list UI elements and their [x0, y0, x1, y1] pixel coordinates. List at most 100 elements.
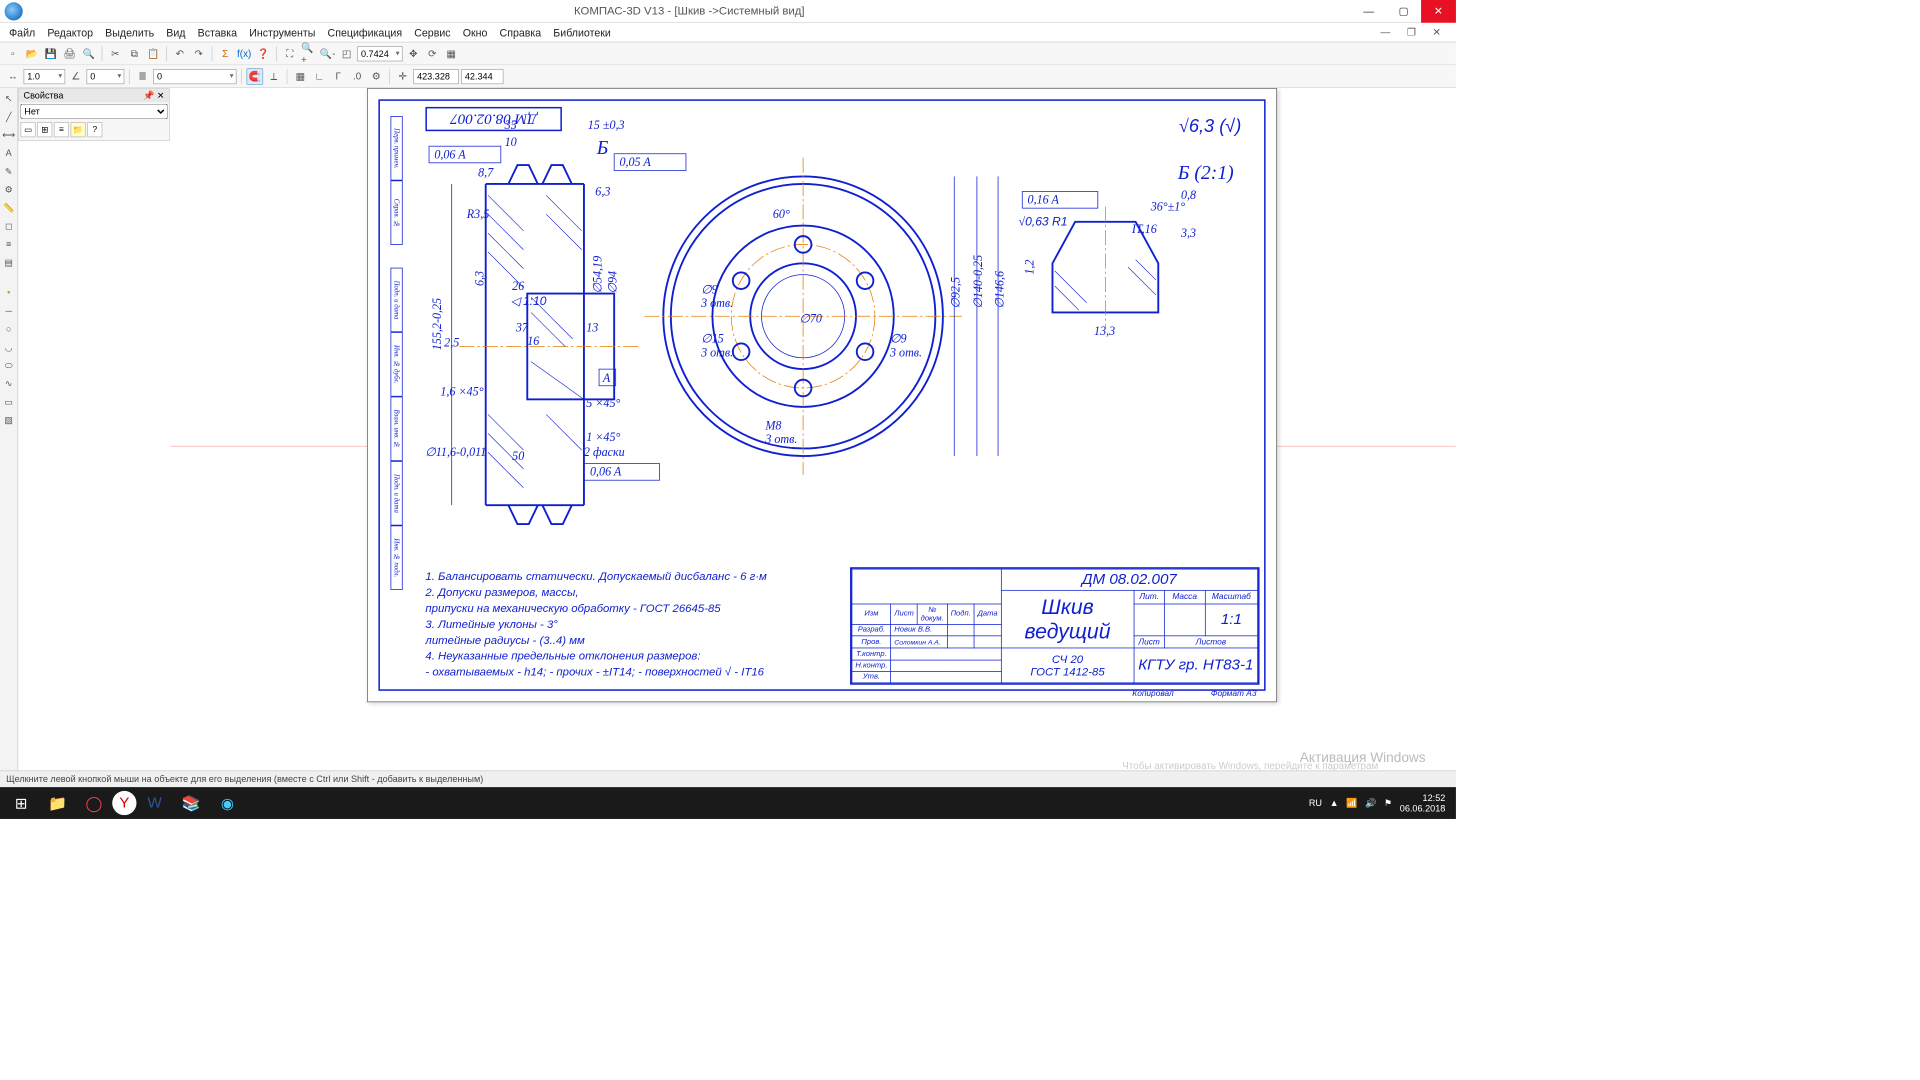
menu-select[interactable]: Выделить [99, 24, 160, 41]
preview-icon[interactable]: 🔍 [80, 45, 97, 62]
angle-icon[interactable]: ∠ [67, 68, 84, 85]
menu-file[interactable]: Файл [3, 24, 41, 41]
ortho2-icon[interactable]: Г [330, 68, 347, 85]
tray-flag-icon[interactable]: ⚑ [1384, 798, 1392, 809]
angle-combo[interactable]: 0 [86, 69, 124, 84]
views-icon[interactable]: ▦ [443, 45, 460, 62]
svg-text:50: 50 [512, 449, 524, 463]
prop-btn2[interactable]: ⊞ [37, 122, 52, 137]
lcs-icon[interactable]: ∟ [311, 68, 328, 85]
open-icon[interactable]: 📂 [24, 45, 41, 62]
drawing-canvas[interactable]: Перв. примен. Справ. № Подп. и дата Инв.… [170, 88, 1456, 776]
zoomout-icon[interactable]: 🔍- [319, 45, 336, 62]
zoom-combo[interactable]: 0.7424 [357, 46, 402, 61]
param-icon[interactable]: ⚙ [368, 68, 385, 85]
menu-spec[interactable]: Спецификация [321, 24, 408, 41]
vt-point-icon[interactable]: • [1, 285, 16, 300]
vt-spec-icon[interactable]: ≡ [1, 237, 16, 252]
vt-rect-icon[interactable]: ▭ [1, 394, 16, 409]
tray-clock[interactable]: 12:5206.06.2018 [1400, 792, 1446, 814]
vt-param-icon[interactable]: ⚙ [1, 182, 16, 197]
tray-vol-icon[interactable]: 🔊 [1365, 798, 1376, 809]
task-explorer-icon[interactable]: 📁 [39, 788, 75, 818]
vt-ell-icon[interactable]: ⬭ [1, 358, 16, 373]
mdi-min-icon[interactable]: — [1374, 24, 1396, 41]
copy-icon[interactable]: ⧉ [126, 45, 143, 62]
svg-text:3,3: 3,3 [1180, 226, 1196, 240]
redraw-icon[interactable]: ⟳ [424, 45, 441, 62]
vt-edit-icon[interactable]: ✎ [1, 164, 16, 179]
menu-window[interactable]: Окно [457, 24, 494, 41]
step-icon[interactable]: ↔ [5, 68, 22, 85]
menu-tools[interactable]: Инструменты [243, 24, 321, 41]
vt-text-icon[interactable]: A [1, 146, 16, 161]
new-icon[interactable]: ▫ [5, 45, 22, 62]
start-button[interactable]: ⊞ [3, 788, 39, 818]
vt-spl-icon[interactable]: ∿ [1, 376, 16, 391]
menu-help[interactable]: Справка [493, 24, 547, 41]
coord-x[interactable]: 423.328 [413, 69, 458, 84]
vt-arc-icon[interactable]: ◡ [1, 340, 16, 355]
vt-sel-icon[interactable]: ◻ [1, 218, 16, 233]
cut-icon[interactable]: ✂ [107, 45, 124, 62]
layer-combo[interactable]: 0 [153, 69, 236, 84]
ortho-icon[interactable]: ⟂ [265, 68, 282, 85]
minimize-button[interactable]: — [1351, 0, 1386, 22]
help-icon[interactable]: ❓ [255, 45, 272, 62]
menu-view[interactable]: Вид [160, 24, 191, 41]
redo-icon[interactable]: ↷ [190, 45, 207, 62]
zoomin-icon[interactable]: 🔍+ [300, 45, 317, 62]
vt-circ-icon[interactable]: ○ [1, 322, 16, 337]
step-combo[interactable]: 1.0 [24, 69, 66, 84]
prop-btn1[interactable]: ▭ [20, 122, 35, 137]
vt-line-icon[interactable]: ╱ [1, 109, 16, 124]
prop-btn5[interactable]: ? [87, 122, 102, 137]
statusbar: Щелкните левой кнопкой мыши на объекте д… [0, 770, 1456, 787]
zoomfit-icon[interactable]: ⛶ [281, 45, 298, 62]
menu-edit[interactable]: Редактор [41, 24, 99, 41]
paste-icon[interactable]: 📋 [145, 45, 162, 62]
coord-y[interactable]: 42.344 [461, 69, 503, 84]
mdi-close-icon[interactable]: ✕ [1426, 24, 1446, 41]
vt-cursor-icon[interactable]: ↖ [1, 91, 16, 106]
vt-rep-icon[interactable]: ▤ [1, 255, 16, 270]
undo-icon[interactable]: ↶ [171, 45, 188, 62]
prop-btn4[interactable]: 📁 [71, 122, 86, 137]
level-select[interactable]: Нет [20, 104, 167, 119]
round-icon[interactable]: .0 [349, 68, 366, 85]
tray-lang[interactable]: RU [1309, 798, 1322, 809]
task-kompas-icon[interactable]: ◉ [209, 788, 245, 818]
task-word-icon[interactable]: W [136, 788, 172, 818]
task-winrar-icon[interactable]: 📚 [173, 788, 209, 818]
var-icon[interactable]: Σ [217, 45, 234, 62]
snap-icon[interactable]: 🧲 [246, 68, 263, 85]
svg-text:0,8: 0,8 [1181, 188, 1196, 202]
zoomwin-icon[interactable]: ◰ [338, 45, 355, 62]
vt-dim-icon[interactable]: ⟷ [1, 127, 16, 142]
task-opera-icon[interactable]: ◯ [76, 788, 112, 818]
vt-meas-icon[interactable]: 📏 [1, 200, 16, 215]
vt-seg-icon[interactable]: ─ [1, 303, 16, 318]
vt-hatch-icon[interactable]: ▨ [1, 413, 16, 428]
tray-net-icon[interactable]: 📶 [1346, 798, 1357, 809]
prop-btn3[interactable]: ≡ [54, 122, 69, 137]
grid-icon[interactable]: ▦ [292, 68, 309, 85]
coord-icon[interactable]: ✛ [394, 68, 411, 85]
task-yandex-icon[interactable]: Y [112, 791, 136, 815]
prop-pin-icon[interactable]: 📌 [143, 90, 154, 101]
mdi-restore-icon[interactable]: ❐ [1401, 24, 1422, 41]
save-icon[interactable]: 💾 [42, 45, 59, 62]
maximize-button[interactable]: ▢ [1386, 0, 1421, 22]
menu-service[interactable]: Сервис [408, 24, 456, 41]
tray-up-icon[interactable]: ▲ [1330, 798, 1339, 809]
layer-icon[interactable]: ≣ [134, 68, 151, 85]
fx-icon[interactable]: f(x) [236, 45, 253, 62]
close-button[interactable]: ✕ [1421, 0, 1456, 22]
pan-icon[interactable]: ✥ [405, 45, 422, 62]
prop-close-icon[interactable]: ✕ [157, 90, 165, 101]
print-icon[interactable]: 🖨 [61, 45, 78, 62]
menu-insert[interactable]: Вставка [192, 24, 244, 41]
menu-libs[interactable]: Библиотеки [547, 24, 617, 41]
svg-text:∅9: ∅9 [701, 283, 718, 297]
svg-text:∅70: ∅70 [799, 311, 822, 325]
